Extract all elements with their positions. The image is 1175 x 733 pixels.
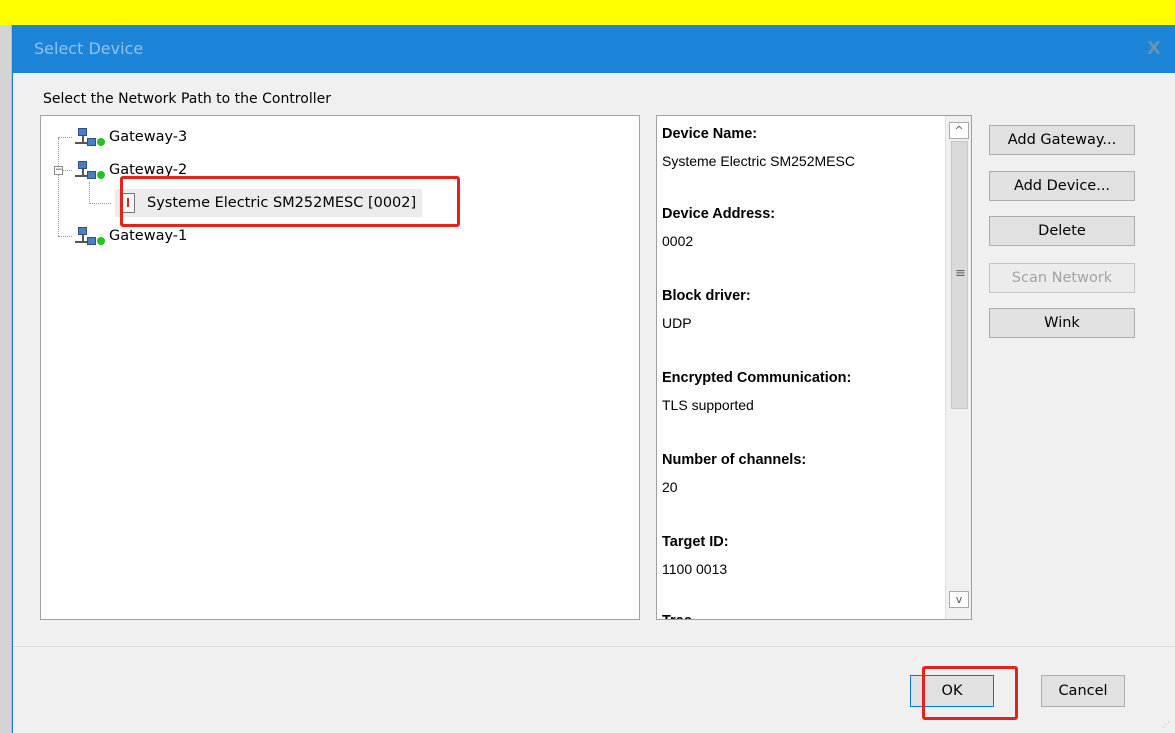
highlight-box-ok	[922, 666, 1018, 720]
grip-icon: ≡	[955, 266, 966, 281]
info-value: UDP	[662, 315, 692, 331]
footer-divider	[13, 646, 1175, 647]
info-value: TLS supported	[662, 397, 754, 413]
status-online-icon	[97, 138, 105, 146]
scroll-thumb[interactable]: ≡	[951, 141, 968, 409]
info-heading: Device Name:	[662, 126, 758, 142]
tree-node-label: Gateway-3	[109, 129, 188, 145]
tree-connector	[58, 138, 59, 236]
chevron-down-icon: v	[955, 593, 963, 606]
background-window-edge	[0, 25, 12, 733]
select-device-dialog: Select Device X Select the Network Path …	[12, 25, 1175, 733]
resize-grip-icon[interactable]: ⋰	[1162, 720, 1172, 730]
network-gateway-icon	[75, 159, 105, 181]
tree-connector	[89, 182, 90, 204]
status-online-icon	[97, 171, 105, 179]
add-gateway-button[interactable]: Add Gateway...	[989, 125, 1135, 155]
close-icon: X	[1147, 38, 1161, 59]
close-button[interactable]: X	[1132, 25, 1175, 73]
status-online-icon	[97, 237, 105, 245]
title-bar[interactable]: Select Device X	[13, 25, 1175, 73]
wink-button[interactable]: Wink	[989, 308, 1135, 338]
device-info-panel[interactable]: Device Name: Systeme Electric SM252MESC …	[656, 115, 972, 620]
tree-connector	[63, 170, 72, 171]
top-highlight-strip	[0, 0, 1175, 25]
collapse-toggle[interactable]: −	[54, 166, 63, 175]
cancel-button[interactable]: Cancel	[1041, 675, 1125, 707]
info-heading: Block driver:	[662, 288, 751, 304]
network-gateway-icon	[75, 126, 105, 148]
scan-network-button[interactable]: Scan Network	[989, 263, 1135, 293]
info-heading: Device Address:	[662, 206, 776, 222]
add-device-button[interactable]: Add Device...	[989, 171, 1135, 201]
chevron-up-icon: ^	[954, 124, 964, 137]
tree-node-gateway-3[interactable]: Gateway-3	[75, 126, 187, 148]
tree-connector	[58, 137, 72, 138]
highlight-box-device	[120, 176, 460, 227]
info-value: 1100 0013	[662, 561, 728, 577]
info-heading-clipped: Trac	[662, 613, 692, 619]
network-gateway-icon	[75, 225, 105, 247]
delete-button[interactable]: Delete	[989, 216, 1135, 246]
info-scrollbar[interactable]: ^ ≡ v	[945, 116, 971, 619]
info-heading: Encrypted Communication:	[662, 370, 852, 386]
tree-node-label: Gateway-1	[109, 228, 188, 244]
info-value: 20	[662, 479, 678, 495]
info-heading: Number of channels:	[662, 452, 807, 468]
network-path-label: Select the Network Path to the Controlle…	[43, 91, 331, 107]
tree-connector	[89, 203, 111, 204]
info-value: 0002	[662, 233, 694, 249]
scroll-down-button[interactable]: v	[949, 591, 969, 608]
dialog-title: Select Device	[34, 39, 144, 58]
tree-node-gateway-1[interactable]: Gateway-1	[75, 225, 187, 247]
scroll-up-button[interactable]: ^	[949, 122, 969, 139]
info-heading: Target ID:	[662, 534, 729, 550]
info-value: Systeme Electric SM252MESC	[662, 153, 855, 169]
tree-connector	[58, 236, 72, 237]
